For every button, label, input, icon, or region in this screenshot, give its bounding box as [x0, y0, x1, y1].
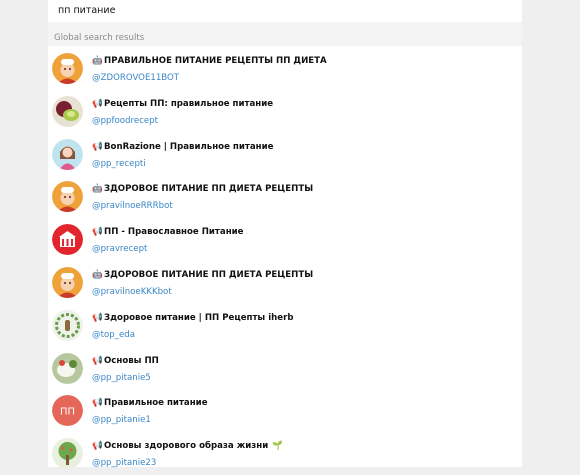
result-item[interactable]: ПП 📢Правильное питание @pp_pitanie1: [48, 389, 522, 432]
result-title: 📢Основы ПП: [92, 356, 159, 366]
megaphone-icon: 📢: [92, 98, 103, 109]
avatar: [52, 181, 83, 213]
result-item[interactable]: 🤖ЗДОРОВОЕ ПИТАНИЕ ПП ДИЕТА РЕЦЕПТЫ @pravi…: [48, 261, 522, 304]
section-header: Global search results: [48, 22, 522, 46]
avatar: [52, 53, 83, 84]
result-item[interactable]: 📢ПП - Православное Питание @pravrecept: [48, 218, 522, 261]
megaphone-icon: 📢: [92, 441, 103, 452]
result-username[interactable]: @pp_pitanie5: [92, 373, 151, 383]
result-title: 📢Основы здорового образа жизни 🌱: [92, 441, 283, 451]
result-username[interactable]: @top_eda: [92, 330, 135, 340]
avatar: ПП: [52, 395, 83, 427]
result-title: 📢Рецепты ПП: правильное питание: [92, 99, 273, 109]
result-title-text: ПП - Православное Питание: [104, 227, 244, 238]
result-item[interactable]: 🤖ЗДОРОВОЕ ПИТАНИЕ ПП ДИЕТА РЕЦЕПТЫ @pravi…: [48, 175, 522, 218]
result-title-text: ЗДОРОВОЕ ПИТАНИЕ ПП ДИЕТА РЕЦЕПТЫ: [104, 184, 314, 195]
result-username[interactable]: @pp_pitanie1: [92, 415, 151, 425]
megaphone-icon: 📢: [92, 398, 103, 409]
result-item[interactable]: 📢Основы здорового образа жизни 🌱 @pp_pitan…: [48, 432, 522, 475]
result-title-text: Основы здорового образа жизни: [104, 441, 269, 452]
result-title: 📢ПП - Православное Питание: [92, 227, 244, 237]
result-item[interactable]: 📢BonRazione | Правильное питание @pp_rece…: [48, 133, 522, 176]
result-item[interactable]: 📢Рецепты ПП: правильное питание @ppfoodre…: [48, 90, 522, 133]
avatar: [52, 138, 83, 170]
result-title-text: Рецепты ПП: правильное питание: [104, 98, 274, 109]
result-title-text: ПРАВИЛЬНОЕ ПИТАНИЕ РЕЦЕПТЫ ПП ДИЕТА: [104, 56, 327, 66]
result-title: 🤖ЗДОРОВОЕ ПИТАНИЕ ПП ДИЕТА РЕЦЕПТЫ: [92, 270, 313, 280]
bot-icon: 🤖: [92, 184, 103, 195]
result-username[interactable]: @ZDOROVOE11BOT: [92, 73, 179, 83]
megaphone-icon: 📢: [92, 141, 103, 152]
result-username[interactable]: @pravrecept: [92, 244, 147, 254]
result-title-text: Основы ПП: [104, 355, 159, 366]
result-title: 📢Правильное питание: [92, 398, 208, 408]
result-title: 📢BonRazione | Правильное питание: [92, 142, 273, 152]
result-title-text: ЗДОРОВОЕ ПИТАНИЕ ПП ДИЕТА РЕЦЕПТЫ: [104, 269, 314, 280]
result-title: 🤖ПРАВИЛЬНОЕ ПИТАНИЕ РЕЦЕПТЫ ПП ДИЕТА: [92, 56, 327, 66]
avatar: [52, 352, 83, 384]
megaphone-icon: 📢: [92, 227, 103, 238]
avatar: [52, 438, 83, 470]
results-list: 🤖ПРАВИЛЬНОЕ ПИТАНИЕ РЕЦЕПТЫ ПП ДИЕТА @ZDO…: [48, 47, 522, 475]
avatar: [52, 266, 83, 298]
result-title-text: BonRazione | Правильное питание: [104, 141, 274, 152]
result-item[interactable]: 📢Основы ПП @pp_pitanie5: [48, 347, 522, 390]
result-username[interactable]: @ppfoodrecept: [92, 116, 158, 126]
result-title: 📢Здоровое питание | ПП Рецепты iherb: [92, 313, 293, 323]
result-title-text: Здоровое питание | ПП Рецепты iherb: [104, 312, 294, 323]
result-item[interactable]: 🤖ПРАВИЛЬНОЕ ПИТАНИЕ РЕЦЕПТЫ ПП ДИЕТА @ZDO…: [48, 47, 522, 90]
result-title-text: Правильное питание: [104, 398, 208, 409]
search-bar: [48, 0, 522, 23]
megaphone-icon: 📢: [92, 355, 103, 366]
megaphone-icon: 📢: [92, 312, 103, 323]
search-input[interactable]: [58, 2, 498, 18]
avatar: [52, 224, 83, 256]
avatar-initials: ПП: [60, 407, 75, 418]
avatar: [52, 309, 83, 341]
result-title: 🤖ЗДОРОВОЕ ПИТАНИЕ ПП ДИЕТА РЕЦЕПТЫ: [92, 184, 313, 194]
avatar: [52, 95, 83, 127]
seedling-icon: 🌱: [272, 441, 283, 452]
bot-icon: 🤖: [92, 269, 103, 280]
result-item[interactable]: 📢Здоровое питание | ПП Рецепты iherb @top…: [48, 304, 522, 347]
result-username[interactable]: @pravilnoeKKKbot: [92, 287, 172, 297]
section-header-label: Global search results: [54, 33, 145, 43]
result-username[interactable]: @pravilnoeRRRbot: [92, 201, 173, 211]
bot-icon: 🤖: [92, 56, 103, 66]
result-username[interactable]: @pp_recepti: [92, 159, 146, 169]
